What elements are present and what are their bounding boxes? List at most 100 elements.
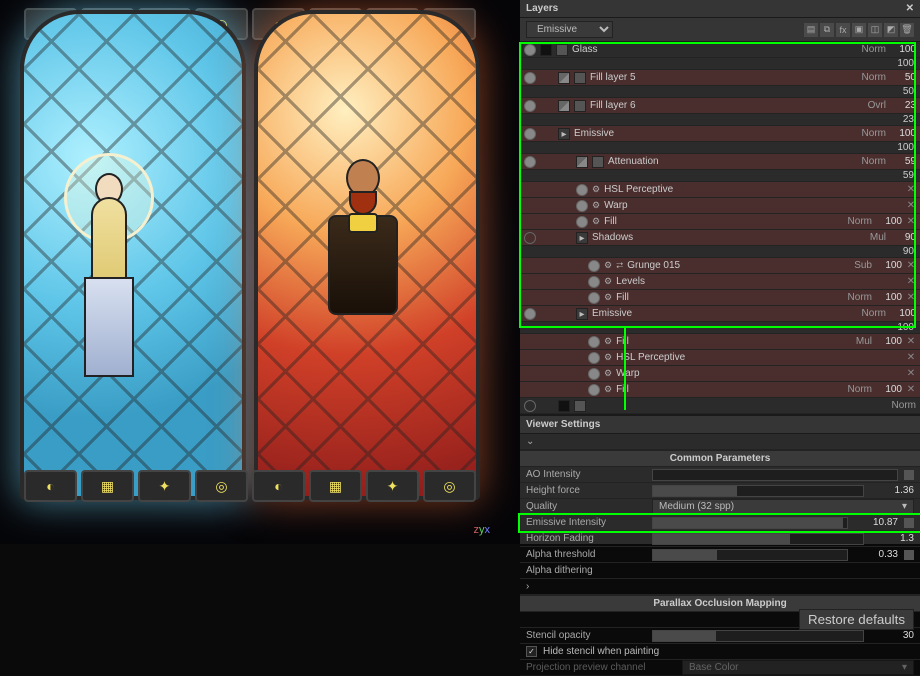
- projection-channel-dropdown[interactable]: Base Color: [682, 660, 914, 675]
- remove-effect-icon[interactable]: ✕: [906, 276, 916, 287]
- layer-name[interactable]: Glass: [572, 44, 848, 55]
- remove-effect-icon[interactable]: ✕: [906, 184, 916, 195]
- blend-mode[interactable]: Norm: [882, 400, 916, 411]
- opacity-value[interactable]: 100: [890, 44, 916, 55]
- visibility-toggle[interactable]: [588, 336, 600, 348]
- visibility-toggle[interactable]: [576, 200, 588, 212]
- opacity-value[interactable]: 100: [876, 216, 902, 227]
- layer-name[interactable]: Grunge 015: [627, 260, 834, 271]
- collapse-icon[interactable]: ⌄: [526, 436, 536, 447]
- blend-mode[interactable]: Sub: [838, 260, 872, 271]
- opacity-value[interactable]: 100: [876, 384, 902, 395]
- trash-icon[interactable]: 🗑: [900, 23, 914, 37]
- file-icon[interactable]: ▤: [804, 23, 818, 37]
- layer-row[interactable]: ⚙FillNorm100✕: [520, 214, 920, 230]
- collapse-icon[interactable]: ›: [526, 581, 536, 592]
- blend-mode[interactable]: Norm: [838, 384, 872, 395]
- layer-name[interactable]: Fill: [616, 384, 834, 395]
- histogram-icon[interactable]: [904, 550, 914, 560]
- opacity-value[interactable]: 90: [890, 232, 916, 243]
- visibility-toggle[interactable]: [524, 128, 536, 140]
- folder-icon[interactable]: ▸: [558, 128, 570, 140]
- layer-row[interactable]: ▸EmissiveNorm100: [520, 126, 920, 142]
- blend-mode[interactable]: Mul: [838, 336, 872, 347]
- horizon-fading-slider[interactable]: [652, 533, 864, 545]
- layer-row[interactable]: Fill layer 6 Ovrl 23: [520, 98, 920, 114]
- blend-mode[interactable]: Norm: [852, 156, 886, 167]
- remove-effect-icon[interactable]: ✕: [906, 336, 916, 347]
- restore-defaults-button[interactable]: Restore defaults: [799, 609, 914, 630]
- opacity-value[interactable]: 59: [890, 156, 916, 167]
- opacity-value[interactable]: 100: [876, 336, 902, 347]
- layer-row[interactable]: ⚙FillNorm100✕: [520, 382, 920, 398]
- layer-name[interactable]: Warp: [616, 368, 902, 379]
- visibility-toggle[interactable]: [524, 232, 536, 244]
- layer-name[interactable]: Fill layer 6: [590, 100, 848, 111]
- layer-row[interactable]: ⚙⮂Grunge 015Sub100✕: [520, 258, 920, 274]
- height-force-slider[interactable]: [652, 485, 864, 497]
- blend-mode[interactable]: Norm: [852, 72, 886, 83]
- layer-row[interactable]: ⚙Levels✕: [520, 274, 920, 290]
- layer-name[interactable]: Emissive: [592, 308, 848, 319]
- remove-effect-icon[interactable]: ✕: [906, 216, 916, 227]
- remove-effect-icon[interactable]: ✕: [906, 200, 916, 211]
- visibility-toggle[interactable]: [588, 292, 600, 304]
- fx-icon[interactable]: fx: [836, 23, 850, 37]
- layer-row[interactable]: ⚙FillNorm100✕: [520, 290, 920, 306]
- visibility-toggle[interactable]: [524, 400, 536, 412]
- opacity-value[interactable]: 100: [876, 292, 902, 303]
- layer-row[interactable]: ▸ Shadows Mul 90: [520, 230, 920, 246]
- layer-name[interactable]: Levels: [616, 276, 902, 287]
- visibility-toggle[interactable]: [588, 276, 600, 288]
- histogram-icon[interactable]: [904, 518, 914, 528]
- visibility-toggle[interactable]: [524, 156, 536, 168]
- layer-row[interactable]: ⚙HSL Perceptive✕: [520, 350, 920, 366]
- layer-name[interactable]: HSL Perceptive: [616, 352, 902, 363]
- blend-mode[interactable]: Norm: [852, 128, 886, 139]
- emissive-intensity-slider[interactable]: [652, 517, 848, 529]
- copy-icon[interactable]: ⧉: [820, 23, 834, 37]
- folder-icon[interactable]: ▸: [576, 308, 588, 320]
- blend-mode[interactable]: Ovrl: [852, 100, 886, 111]
- layer-row[interactable]: Attenuation Norm 59: [520, 154, 920, 170]
- visibility-toggle[interactable]: [524, 100, 536, 112]
- layer-name[interactable]: Fill: [604, 216, 834, 227]
- quality-dropdown[interactable]: Medium (32 spp): [652, 499, 914, 514]
- opacity-value[interactable]: 23: [890, 100, 916, 111]
- visibility-toggle[interactable]: [576, 216, 588, 228]
- viewport-3d[interactable]: ◐▦✦◎ ◐▦✦◎ ◐▦✦◎ ◐▦✦◎ zyx: [0, 0, 520, 544]
- layer-row[interactable]: ⚙Warp✕: [520, 198, 920, 214]
- layer-name[interactable]: Warp: [604, 200, 902, 211]
- layer-row[interactable]: GlassNorm100: [520, 42, 920, 58]
- layer-name[interactable]: Shadows: [592, 232, 848, 243]
- visibility-toggle[interactable]: [524, 308, 536, 320]
- blend-mode[interactable]: Norm: [838, 216, 872, 227]
- layer-name[interactable]: Attenuation: [608, 156, 848, 167]
- layer-row[interactable]: Fill layer 5Norm50: [520, 70, 920, 86]
- blend-mode[interactable]: Mul: [852, 232, 886, 243]
- channel-select[interactable]: Emissive: [526, 21, 613, 38]
- ao-intensity-slider[interactable]: [652, 469, 898, 481]
- opacity-value[interactable]: 100: [890, 308, 916, 319]
- histogram-icon[interactable]: [904, 470, 914, 480]
- layer-row[interactable]: ⚙HSL Perceptive✕: [520, 182, 920, 198]
- blend-mode[interactable]: Norm: [852, 308, 886, 319]
- visibility-toggle[interactable]: [588, 384, 600, 396]
- layer-row[interactable]: ⚙FillMul100✕: [520, 334, 920, 350]
- visibility-toggle[interactable]: [524, 44, 536, 56]
- layer-row[interactable]: ▸ Emissive Norm 100: [520, 306, 920, 322]
- opacity-value[interactable]: 100: [876, 260, 902, 271]
- folder-icon[interactable]: ▸: [576, 232, 588, 244]
- alpha-threshold-slider[interactable]: [652, 549, 848, 561]
- visibility-toggle[interactable]: [588, 260, 600, 272]
- remove-effect-icon[interactable]: ✕: [906, 368, 916, 379]
- layer-name[interactable]: Fill: [616, 292, 834, 303]
- remove-effect-icon[interactable]: ✕: [906, 384, 916, 395]
- visibility-toggle[interactable]: [588, 368, 600, 380]
- layer-name[interactable]: Fill: [616, 336, 834, 347]
- visibility-toggle[interactable]: [576, 184, 588, 196]
- add-layer-icon[interactable]: ◫: [868, 23, 882, 37]
- visibility-toggle[interactable]: [524, 72, 536, 84]
- layer-row[interactable]: Norm: [520, 398, 920, 414]
- panel-close-icon[interactable]: ✕: [906, 3, 914, 14]
